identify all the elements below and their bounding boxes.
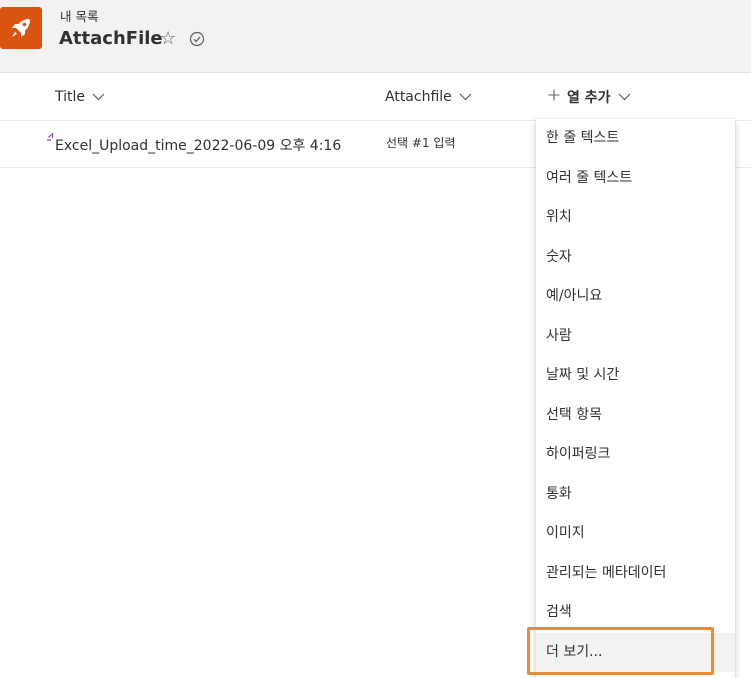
menu-item-date-time[interactable]: 날짜 및 시간 <box>536 356 735 396</box>
menu-item-currency[interactable]: 통화 <box>536 475 735 515</box>
breadcrumb[interactable]: 내 목록 <box>60 6 98 25</box>
menu-item-hyperlink[interactable]: 하이퍼링크 <box>536 435 735 475</box>
chevron-down-icon <box>459 93 472 101</box>
site-logo[interactable] <box>0 7 42 49</box>
column-header-label: 열 추가 <box>567 90 611 106</box>
plus-icon <box>548 89 560 105</box>
column-header-label: Title <box>55 89 86 105</box>
chevron-down-icon <box>92 93 105 101</box>
add-column-menu: 한 줄 텍스트 여러 줄 텍스트 위치 숫자 예/아니요 사람 날짜 및 시간 … <box>536 119 735 678</box>
row-attachfile-cell: 선택 #1 입력 <box>386 136 456 150</box>
row-title-link[interactable]: Excel_Upload_time_2022-06-09 오후 4:16 <box>55 135 341 155</box>
menu-item-choice[interactable]: 선택 항목 <box>536 396 735 436</box>
menu-item-multi-line-text[interactable]: 여러 줄 텍스트 <box>536 159 735 199</box>
menu-item-image[interactable]: 이미지 <box>536 514 735 554</box>
menu-item-person[interactable]: 사람 <box>536 317 735 357</box>
menu-item-managed-metadata[interactable]: 관리되는 메타데이터 <box>536 554 735 594</box>
rocket-icon <box>12 19 30 37</box>
column-header-label: Attachfile <box>385 89 452 105</box>
add-column-button[interactable]: 열 추가 <box>548 82 631 112</box>
page-title: AttachFile <box>59 28 163 49</box>
menu-item-location[interactable]: 위치 <box>536 198 735 238</box>
column-header-title[interactable]: Title <box>55 82 105 112</box>
menu-item-number[interactable]: 숫자 <box>536 238 735 278</box>
following-check-icon[interactable] <box>189 31 205 51</box>
column-header-attachfile[interactable]: Attachfile <box>385 82 472 112</box>
menu-item-single-line-text[interactable]: 한 줄 텍스트 <box>536 119 735 159</box>
site-header: 내 목록 AttachFile ☆ <box>0 0 751 73</box>
annotation-highlight-box <box>527 627 714 675</box>
star-icon[interactable]: ☆ <box>160 29 176 49</box>
menu-item-yes-no[interactable]: 예/아니요 <box>536 277 735 317</box>
chevron-down-icon <box>618 93 631 101</box>
